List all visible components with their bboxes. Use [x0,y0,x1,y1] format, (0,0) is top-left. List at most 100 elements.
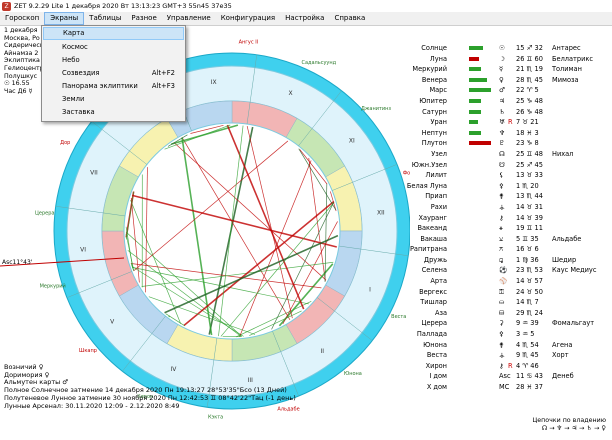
planet-position: 23 ♑ 8 [516,139,539,148]
planet-row[interactable]: Белая Луна ⚴ 1 ♏ 20 [407,181,609,192]
menu-misc[interactable]: Разное [126,12,161,25]
planet-glyph-icon: ⚳ [499,319,504,328]
planet-row[interactable]: Южн.Узел ☋ 25 ♐ 45 [412,160,609,171]
planet-row[interactable]: Солнце ☉ 15 ♐ 32 Антарес [413,43,609,54]
planet-glyph-icon: ⚴ [499,181,504,190]
planet-row[interactable]: Селена ⚽ 23 ♏ 53 Каус Медиус [413,265,609,276]
planet-row[interactable]: Нептун ♆ 18 ♓ 3 [413,128,609,139]
planet-position: 4 ♈ 46 [516,361,539,370]
planet-row[interactable]: Приап ⚵ 13 ♏ 44 [413,191,609,202]
fixed-star-label: Церера [35,211,54,217]
planet-row[interactable]: Церера ⚳ 9 ♒ 39 Фомальгаут [413,318,609,329]
planet-position: 22 ♈ 5 [516,86,539,95]
planet-row[interactable]: Плутон ♇ 23 ♑ 8 [413,138,609,149]
menu-tables[interactable]: Таблицы [84,12,126,25]
house-number: VI [80,246,86,253]
planet-position: 4 ♏ 54 [516,340,539,349]
planet-position: 5 ♊ 35 [516,234,539,243]
planet-name: Вакеанд [417,224,447,233]
house-number: XII [377,210,385,217]
planet-glyph-icon: ⚸ [499,171,504,180]
rulership-line: ☊ → ♆ → ♃ → ♄ → ♀ [541,424,606,432]
planet-row[interactable]: Вакаша ⚺ 5 ♊ 35 Альдабе [413,234,609,245]
planet-strength-bar [469,98,481,103]
planet-position: 14 ♉ 39 [516,213,543,222]
planet-row[interactable]: Веста ⚶ 9 ♏ 45 Хорт [413,350,609,361]
planet-name: Марс [429,86,447,95]
planet-glyph-icon: ♄ [499,107,505,116]
planet-row[interactable]: Паллада ⚴ 3 ♒ 5 [413,329,609,340]
dropdown-item-label: Космос [62,43,88,51]
planet-name: Лилит [425,171,447,180]
menu-screens[interactable]: Экраны [44,12,85,25]
dropdown-item[interactable]: Заставка [42,106,185,119]
eclipse-info-line: Лунные Арсенал: 30.11.2020 12:09 - 2.12.… [4,401,180,410]
planet-row[interactable]: Хауранг ⚷ 14 ♉ 39 [413,213,609,224]
planet-row[interactable]: Хирон ⚷ R 4 ♈ 46 [413,361,609,372]
planet-fixed-star: Беллатрикс [552,54,593,63]
dropdown-item-label: Небо [62,56,80,64]
planet-name: Паллада [416,330,447,339]
fixed-star-label: Фонал [403,170,410,176]
planet-row[interactable]: Юпитер ♃ 25 ♑ 48 [413,96,609,107]
planet-glyph-icon: ♅ [499,118,505,127]
planet-position: 14 ♉ 57 [516,277,543,286]
dropdown-item[interactable]: Созвездия Alt+F2 [42,67,185,80]
menu-control[interactable]: Управление [162,12,216,25]
planet-row[interactable]: Тишлар ⛀ 14 ♏ 7 [413,297,609,308]
rulership-chains: Цепочки по владению ☊ → ♆ → ♃ → ♄ → ♀ [500,417,610,432]
planet-row[interactable]: Марс ♂ 22 ♈ 5 [413,85,609,96]
planet-glyph-icon: ☉ [499,44,505,52]
planet-name: Узел [431,149,447,158]
planet-position: 1 ♏ 20 [516,181,539,190]
planet-name: Рапитрана [409,245,447,254]
planet-row[interactable]: Вергекс ⚿ 24 ♉ 50 [413,287,609,298]
dropdown-item[interactable]: Земли [42,93,185,106]
planet-row[interactable]: Арта ⚾ 14 ♉ 57 [413,276,609,287]
planet-strength-bar [469,109,481,114]
planet-glyph-icon: ⚺ [499,234,504,243]
dropdown-item[interactable]: Карта [43,27,184,40]
planet-row[interactable]: X дом MC 28 ♓ 37 [413,382,609,393]
planet-row[interactable]: Уран ♅ R 7 ♉ 21 [413,117,609,128]
planet-row[interactable]: Узел ☊ 25 ♊ 48 Нихал [413,149,609,160]
planet-position: 16 ♉ 6 [516,245,539,254]
planet-position: 29 ♏ 24 [516,308,543,317]
menu-config[interactable]: Конфигурация [216,12,280,25]
planet-row[interactable]: Луна ☽ 26 ♊ 60 Беллатрикс [413,54,609,65]
planet-glyph-icon: Asc [499,372,511,381]
dropdown-item[interactable]: Космос [42,41,185,54]
planet-fixed-star: Агена [552,340,573,349]
planet-fixed-star: Антарес [552,44,581,52]
planet-fixed-star: Альдабе [552,234,582,243]
planet-row[interactable]: Вакеанд ⚹ 19 ♊ 11 [413,223,609,234]
planet-row[interactable]: Рахи ⚶ 14 ♉ 31 [413,202,609,213]
planet-name: Приап [425,192,447,201]
planet-row[interactable]: Аза ⛁ 29 ♏ 24 [413,308,609,319]
planet-row[interactable]: Юнона ⚵ 4 ♏ 54 Агена [413,340,609,351]
planet-row[interactable]: Венера ♀ 28 ♏ 45 Мимоза [413,75,609,86]
dropdown-item-label: Панорама эклиптики [62,82,138,90]
aspect-circle [123,122,341,340]
menu-settings[interactable]: Настройка [280,12,329,25]
dropdown-item-label: Земли [62,95,85,103]
planet-row[interactable]: Лилит ⚸ 13 ♉ 33 [413,170,609,181]
menu-horoscope[interactable]: Гороскоп [0,12,44,25]
house-number: X [289,90,293,97]
planet-row[interactable]: Меркурий ☿ 21 ♏ 19 Толиман [412,64,609,75]
planet-row[interactable]: Дружь ⚼ 1 ♍ 36 Шедир [413,255,609,266]
planet-row[interactable]: I дом Asc 11 ♋ 43 Денеб [413,371,609,382]
planet-name: Селена [421,266,447,275]
menu-help[interactable]: Справка [329,12,370,25]
planet-fixed-star: Каус Медиус [552,266,597,275]
planet-position: 13 ♉ 33 [516,171,543,180]
planet-position: 11 ♋ 43 [516,372,543,381]
planet-row[interactable]: Сатурн ♄ 26 ♑ 48 [413,107,609,118]
planet-glyph-icon: ☊ [499,149,505,158]
planet-name: Сатурн [422,107,447,116]
dropdown-item[interactable]: Панорама эклиптики Alt+F3 [42,80,185,93]
planet-position: 15 ♐ 32 [516,44,543,52]
planet-row[interactable]: Рапитрана ⚻ 16 ♉ 6 [409,244,609,255]
dropdown-item[interactable]: Небо [42,54,185,67]
planet-fixed-star: Шедир [552,255,577,264]
